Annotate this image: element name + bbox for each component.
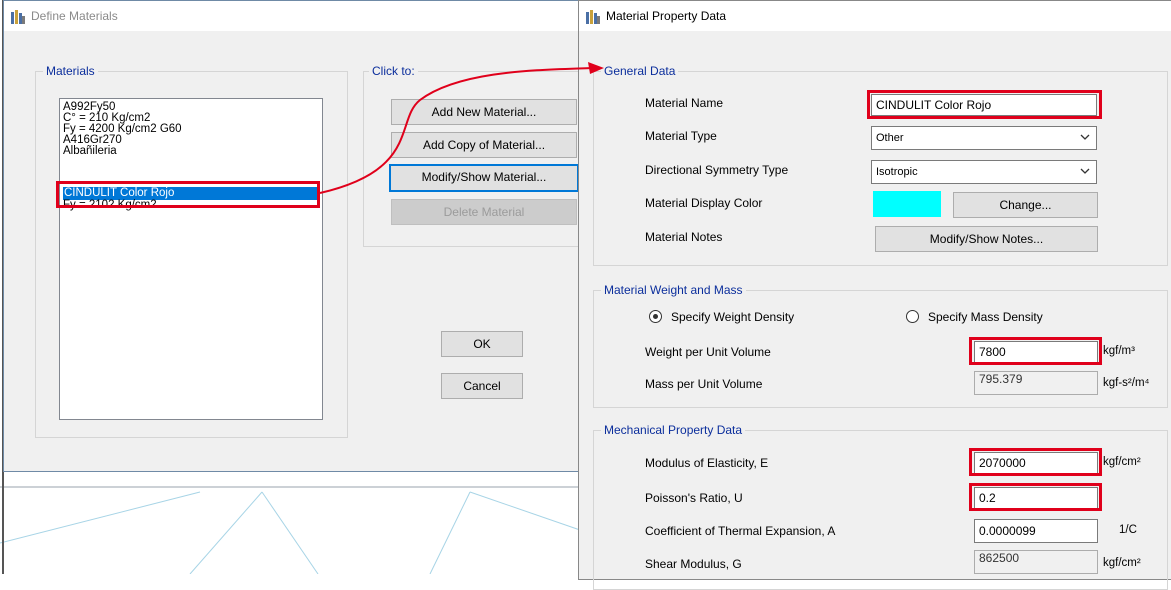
annotation-arrow (319, 62, 604, 194)
